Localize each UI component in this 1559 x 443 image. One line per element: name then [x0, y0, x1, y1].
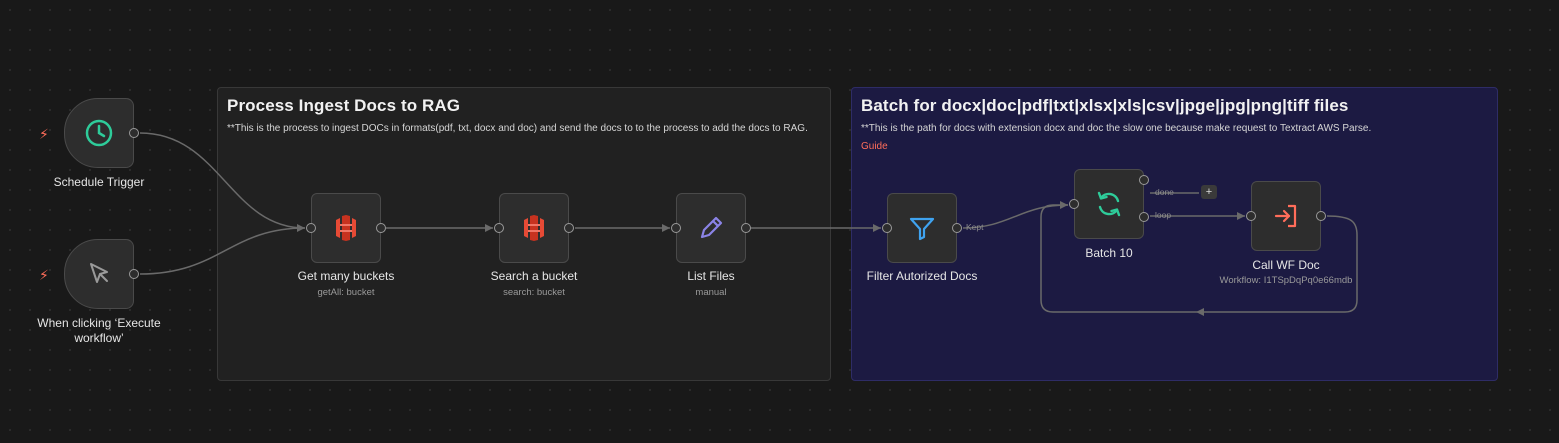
- node-label: List Files: [687, 269, 735, 283]
- get-many-buckets-node[interactable]: [306, 193, 386, 263]
- filter-icon: [909, 217, 935, 241]
- edge-label-kept: Kept: [966, 222, 984, 232]
- node-label: Search a bucket: [490, 269, 578, 283]
- clock-icon: [85, 119, 113, 147]
- trigger-bolt-icon: ⚡: [39, 126, 49, 142]
- aws-s3-icon: [336, 215, 356, 241]
- output-handle-done[interactable]: [1139, 175, 1149, 185]
- aws-s3-icon: [524, 215, 544, 241]
- output-handle[interactable]: [952, 223, 962, 233]
- trigger-bolt-icon: ⚡: [39, 267, 49, 283]
- node-label: Schedule Trigger: [53, 175, 145, 189]
- input-handle[interactable]: [1246, 211, 1256, 221]
- input-handle[interactable]: [882, 223, 892, 233]
- output-handle[interactable]: [376, 223, 386, 233]
- node-subtitle: search: bucket: [503, 287, 565, 298]
- node-label: Filter Autorized Docs: [866, 269, 978, 283]
- output-handle-loop[interactable]: [1139, 212, 1149, 222]
- add-node-button[interactable]: +: [1201, 185, 1217, 199]
- node-subtitle: manual: [695, 287, 727, 298]
- call-workflow-node[interactable]: [1246, 181, 1326, 251]
- manual-trigger-node[interactable]: [64, 239, 139, 309]
- output-handle[interactable]: [129, 269, 139, 279]
- filter-node[interactable]: [882, 193, 962, 263]
- edge-manual-to-get-buckets: [139, 227, 306, 275]
- input-handle[interactable]: [671, 223, 681, 233]
- input-handle[interactable]: [306, 223, 316, 233]
- list-files-node[interactable]: [671, 193, 751, 263]
- input-handle[interactable]: [494, 223, 504, 233]
- connections: [139, 132, 1358, 316]
- cursor-icon: [90, 263, 108, 283]
- node-subtitle: getAll: bucket: [317, 287, 375, 298]
- edge-label-done: done: [1155, 187, 1174, 197]
- loop-icon: [1097, 191, 1121, 217]
- node-subtitle: Workflow: I1TSpDqPq0e66mdb: [1219, 275, 1353, 286]
- execute-workflow-icon: [1274, 204, 1297, 228]
- edge-label-loop: loop: [1155, 210, 1172, 220]
- pencil-icon: [700, 216, 723, 239]
- node-label: Call WF Doc: [1252, 258, 1320, 272]
- schedule-trigger-node[interactable]: [64, 98, 139, 168]
- node-label: Get many buckets: [297, 269, 395, 283]
- input-handle[interactable]: [1069, 199, 1079, 209]
- output-handle[interactable]: [1316, 211, 1326, 221]
- node-label: When clicking ‘Execute workflow’: [37, 316, 161, 345]
- output-handle[interactable]: [129, 128, 139, 138]
- search-bucket-node[interactable]: [494, 193, 574, 263]
- output-handle[interactable]: [741, 223, 751, 233]
- node-label: Batch 10: [1085, 246, 1133, 260]
- output-handle[interactable]: [564, 223, 574, 233]
- batch-node[interactable]: [1069, 169, 1149, 239]
